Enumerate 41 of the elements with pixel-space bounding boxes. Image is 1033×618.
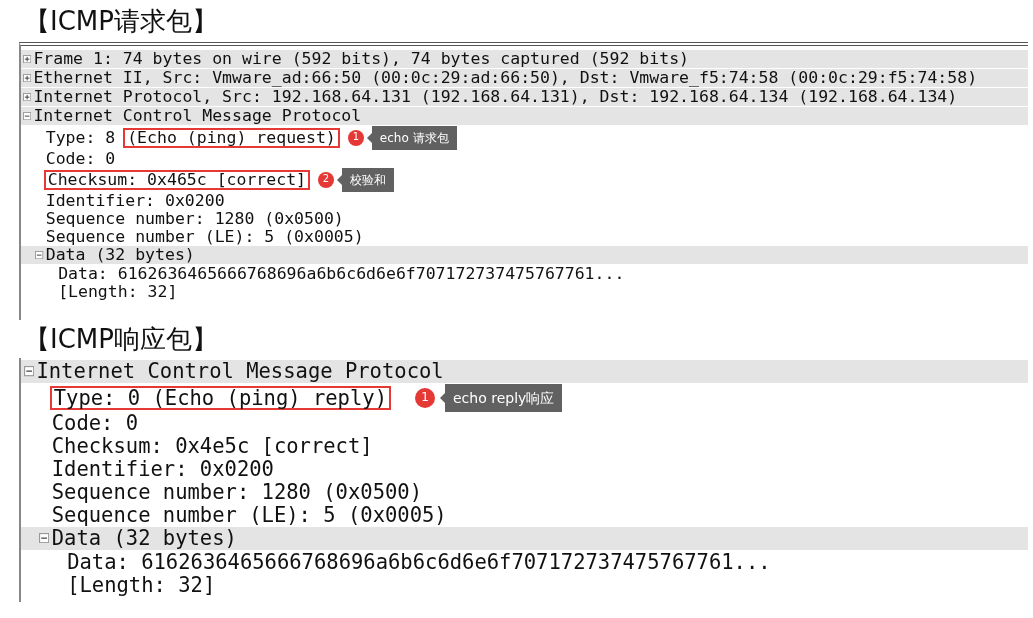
tree-item-text: Data (32 bytes): [51, 526, 237, 550]
tree-item-text: Code: 0: [45, 149, 116, 168]
callout-label: echo reply响应: [440, 383, 563, 412]
tree-row[interactable]: Data (32 bytes): [21, 526, 1028, 551]
tree-item-text: Sequence number: 1280 (0x0500): [51, 480, 422, 504]
callout-number-badge: 1: [347, 129, 364, 146]
tree-item-text: [Length: 32]: [58, 282, 178, 301]
tree-item-text: Sequence number (LE): 5 (0x0005): [51, 503, 447, 527]
expand-icon[interactable]: [23, 92, 32, 102]
tree-item-text: Frame 1: 74 bytes on wire (592 bits), 74 bytes captured (592 bits): [33, 50, 689, 68]
tree-item-text: Internet Control Message Protocol: [33, 106, 362, 125]
callout-label: echo 请求包: [366, 125, 457, 150]
collapse-icon[interactable]: [35, 250, 44, 259]
expand-icon[interactable]: [23, 54, 32, 64]
tree-row[interactable]: Internet Control Message Protocol: [21, 360, 1028, 384]
tree-row[interactable]: Frame 1: 74 bytes on wire (592 bits), 74 bytes captured (592 bits): [21, 50, 1028, 69]
tree-item-text: Sequence number (LE): 5 (0x0005): [45, 227, 364, 246]
highlighted-text: Type: 0 (Echo (ping) reply): [49, 385, 391, 411]
tree-item-text: Internet Control Message Protocol: [36, 360, 444, 383]
callout-number-badge: 2: [318, 171, 335, 188]
tree-item-text: [Length: 32]: [67, 573, 216, 597]
collapse-icon[interactable]: [38, 533, 50, 544]
tree-item-text: Identifier: 0x0200: [51, 457, 274, 481]
tree-item-text: Code: 0: [51, 411, 139, 435]
highlighted-text: (Echo (ping) request): [123, 127, 340, 149]
tree-item-text: Checksum: 0x4e5c [correct]: [51, 434, 373, 458]
tree-item-text: Sequence number: 1280 (0x0500): [45, 209, 344, 228]
collapse-icon[interactable]: [23, 111, 32, 121]
callout-number-badge: 1: [415, 387, 435, 408]
tree-item-text: Data: 6162636465666768696a6b6c6d6e6f707172737475767761...: [58, 264, 625, 283]
tree-item-text: Type: 8: [45, 128, 116, 147]
tree-item-text: Identifier: 0x0200: [45, 191, 225, 210]
highlighted-text: Checksum: 0x465c [correct]: [43, 169, 311, 191]
tree-item-text: Data: 6162636465666768696a6b6c6d6e6f707172737475767761...: [67, 550, 771, 574]
tree-item-text: Data (32 bytes): [45, 245, 195, 264]
expand-icon[interactable]: [23, 73, 32, 83]
tree-row[interactable]: Data (32 bytes): [21, 245, 1028, 265]
callout-label: 校验和: [337, 167, 395, 192]
section-heading: 【ICMP响应包】: [23, 323, 219, 356]
collapse-icon[interactable]: [23, 366, 34, 377]
section-heading: 【ICMP请求包】: [23, 5, 219, 38]
